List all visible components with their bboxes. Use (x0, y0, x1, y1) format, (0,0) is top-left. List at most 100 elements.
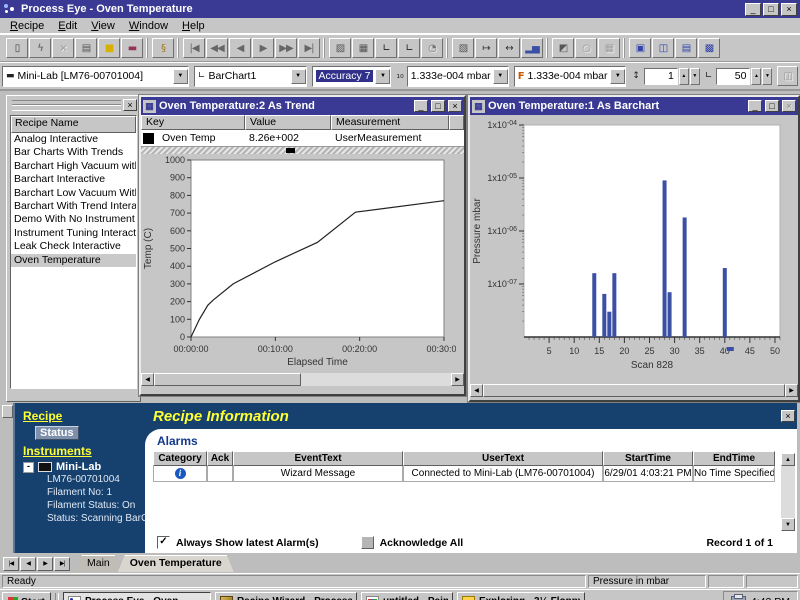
menu-edit[interactable]: Edit (51, 20, 84, 32)
start-button[interactable]: Start (2, 592, 51, 600)
barchart-maximize-icon[interactable]: □ (765, 100, 779, 112)
recipe-item[interactable]: Instrument Tuning Interactive (11, 227, 136, 240)
menu-window[interactable]: Window (122, 20, 175, 32)
accuracy-dropdown-icon[interactable]: ▼ (375, 69, 390, 84)
layer-windows-button[interactable]: ▩ (698, 38, 720, 58)
properties-button[interactable]: ▨ (329, 38, 351, 58)
recipe-item[interactable]: Barchart With Trend Interact... (11, 200, 136, 213)
show-latest-checkbox[interactable]: ✓ (157, 536, 170, 549)
sidebar-instruments[interactable]: Instruments (23, 444, 92, 458)
alarms-col-endtime[interactable]: EndTime (693, 451, 775, 466)
alarm-row[interactable]: iWizard MessageConnected to Mini-Lab (LM… (153, 466, 775, 482)
tab-nav-3-icon[interactable]: ▶| (54, 557, 70, 571)
alarms-col-starttime[interactable]: StartTime (603, 451, 693, 466)
tab-nav-0-icon[interactable]: |◀ (3, 557, 19, 571)
trend-scroll-left-icon[interactable]: ◀ (141, 373, 154, 386)
task-explorer[interactable]: Exploring - 3½ Floppy (A:) (457, 592, 585, 600)
legend-col-measurement[interactable]: Measurement (331, 115, 449, 130)
tab-oven-temperature[interactable]: Oven Temperature (118, 555, 234, 572)
barchart-minimize-icon[interactable]: _ (748, 100, 762, 112)
tab-nav-2-icon[interactable]: ▶ (37, 557, 53, 571)
recipe-list-header[interactable]: Recipe Name (11, 116, 136, 133)
grid-view-button[interactable]: ▦ (352, 38, 374, 58)
zoom-chart-button[interactable]: ◩ (552, 38, 574, 58)
printer-tray-icon[interactable] (731, 596, 746, 600)
first-mass-value[interactable]: 1 (644, 68, 678, 85)
mass-range-button[interactable]: ↔ (498, 38, 520, 58)
barchart-window-titlebar[interactable]: ▦ Oven Temperature:1 As Barchart _ □ × (470, 97, 798, 115)
tab-nav-1-icon[interactable]: ◀ (20, 557, 36, 571)
acknowledge-all-checkbox[interactable] (361, 536, 374, 549)
go-end-button[interactable]: ▶| (298, 38, 320, 58)
recipe-item[interactable]: Analog Interactive (11, 133, 136, 146)
recipe-item[interactable]: Demo With No Instrument (11, 213, 136, 226)
last-mass-down-icon[interactable]: ▼ (762, 68, 772, 85)
lock-button[interactable]: ■ (98, 38, 120, 58)
chart-config-button[interactable]: ▧ (452, 38, 474, 58)
cascade-windows-button[interactable]: ▣ (629, 38, 651, 58)
accuracy-combo[interactable]: Accuracy 7 ▼ (312, 66, 392, 87)
last-mass-up-icon[interactable]: ▲ (751, 68, 761, 85)
table-view-button[interactable]: ▦ (598, 38, 620, 58)
trend-scroll-thumb[interactable] (154, 373, 301, 386)
step-forward-button[interactable]: ▶ (252, 38, 274, 58)
magnifier-button[interactable]: ○ (575, 38, 597, 58)
task-process-eye[interactable]: Process Eye - Oven ... (63, 592, 211, 600)
recipe-item[interactable]: Oven Temperature (11, 254, 136, 267)
menu-view[interactable]: View (84, 20, 122, 32)
menu-help[interactable]: Help (175, 20, 212, 32)
rewind-button[interactable]: ◀◀ (206, 38, 228, 58)
run-recipe-button[interactable]: ϟ (29, 38, 51, 58)
alarms-col-ack[interactable]: Ack (207, 451, 233, 466)
alarms-col-usertext[interactable]: UserText (403, 451, 603, 466)
recipe-item[interactable]: Barchart Low Vacuum With ... (11, 187, 136, 200)
recipe-item[interactable]: Bar Charts With Trends (11, 146, 136, 159)
help-book-button[interactable]: ▬ (121, 38, 143, 58)
instrument-combo[interactable]: ▬ Mini-Lab [LM76-00701004] ▼ (2, 66, 189, 87)
pressure-dropdown-icon[interactable]: ▼ (493, 69, 508, 84)
history-button[interactable]: ◔ (421, 38, 443, 58)
step-back-button[interactable]: ◀ (229, 38, 251, 58)
alarms-scroll-down-icon[interactable]: ▼ (781, 518, 795, 531)
barchart-close-icon[interactable]: × (782, 100, 796, 112)
first-mass-up-icon[interactable]: ▲ (679, 68, 689, 85)
legend-col-key[interactable]: Key (141, 115, 245, 130)
chart-combo[interactable]: ∟ BarChart1 ▼ (194, 66, 307, 87)
recipe-wizard-button[interactable]: § (152, 38, 174, 58)
tree-collapse-icon[interactable]: - (23, 462, 34, 473)
trend-hscrollbar[interactable]: ◀ ▶ (141, 373, 464, 386)
last-mass-value[interactable]: 50 (716, 68, 750, 85)
faraday-dropdown-icon[interactable]: ▼ (610, 69, 625, 84)
minimize-button[interactable]: _ (745, 3, 761, 16)
alarms-scroll-up-icon[interactable]: ▲ (781, 453, 795, 466)
sidebar-recipe[interactable]: Recipe (23, 409, 62, 423)
legend-chart-splitter[interactable] (141, 147, 464, 154)
task-recipe-wizard[interactable]: Recipe Wizard - Process E... (215, 592, 357, 600)
trend-legend-row[interactable]: Oven Temp 8.26e+002 UserMeasurement (141, 130, 464, 147)
sidebar-status[interactable]: Status (35, 426, 79, 440)
trend-close-icon[interactable]: × (448, 100, 462, 112)
alarms-col-eventtext[interactable]: EventText (233, 451, 403, 466)
barchart-view-button[interactable]: ▂▅ (521, 38, 543, 58)
tile-horizontal-button[interactable]: ▤ (675, 38, 697, 58)
ruler-scale-button[interactable]: ↦ (475, 38, 497, 58)
recipe-item[interactable]: Leak Check Interactive (11, 240, 136, 253)
trend-minimize-icon[interactable]: _ (414, 100, 428, 112)
trend-scroll-right-icon[interactable]: ▶ (451, 373, 464, 386)
recipe-item[interactable]: Barchart High Vacuum with ... (11, 160, 136, 173)
recipe-information-close-icon[interactable]: × (781, 410, 795, 422)
first-mass-down-icon[interactable]: ▼ (690, 68, 700, 85)
barchart-scroll-right-icon[interactable]: ▶ (785, 384, 798, 397)
tab-main[interactable]: Main (75, 555, 122, 572)
panel-resize-handle[interactable] (2, 405, 13, 418)
trend-view-button[interactable]: ∟ (375, 38, 397, 58)
splitter-thumb[interactable] (286, 148, 295, 153)
fast-forward-button[interactable]: ▶▶ (275, 38, 297, 58)
panel-grip-handle[interactable] (12, 100, 121, 111)
menu-recipe[interactable]: Recipe (3, 20, 51, 32)
chart-dropdown-icon[interactable]: ▼ (291, 69, 306, 84)
tile-vertical-button[interactable]: ◫ (652, 38, 674, 58)
pressure-combo[interactable]: 1.333e-004 mbar ▼ (407, 66, 509, 87)
trend-maximize-icon[interactable]: □ (431, 100, 445, 112)
barchart-hscrollbar[interactable]: ◀ ▶ (470, 384, 798, 397)
